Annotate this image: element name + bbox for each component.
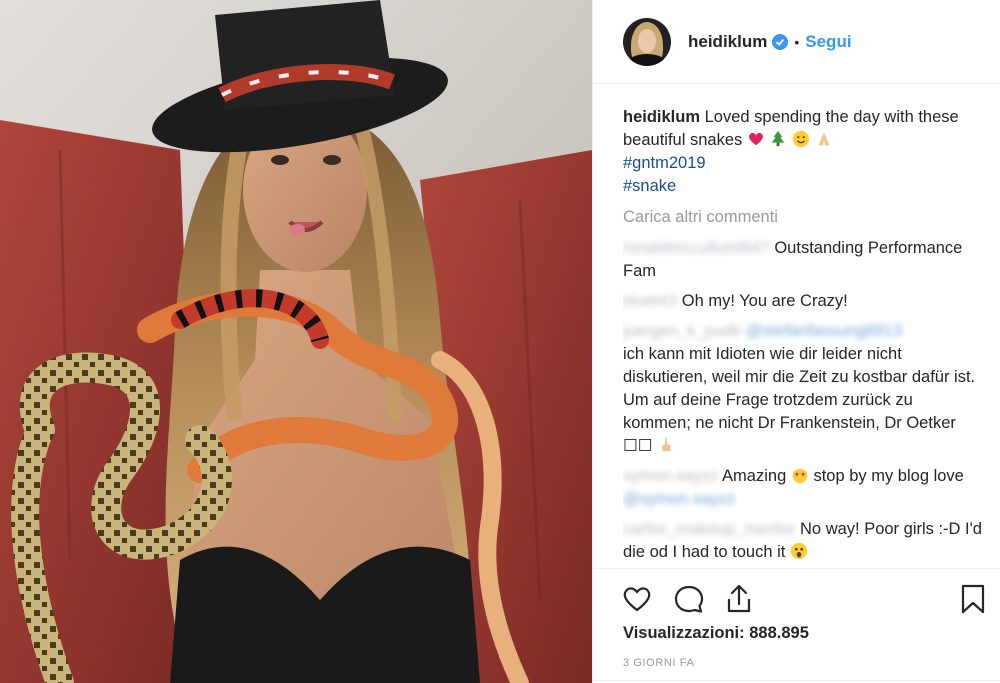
- views-count: 888.895: [749, 624, 809, 642]
- caption-emojis: [747, 130, 833, 149]
- comment-mention[interactable]: @stefanfassung8913: [746, 322, 902, 340]
- comment-username[interactable]: symon.sayzz: [623, 467, 718, 485]
- comment-username[interactable]: juergen_k_pudlr: [623, 322, 741, 340]
- comment-text-continued: stop by my blog love: [813, 467, 964, 485]
- comment-text: Amazing: [722, 467, 787, 485]
- heart-eyes-cat-icon: [792, 468, 808, 484]
- comment-username[interactable]: bluet43: [623, 292, 677, 310]
- post-photo[interactable]: [0, 0, 592, 683]
- header-username[interactable]: heidiklum: [688, 32, 767, 52]
- post-header: heidiklum • Segui: [593, 0, 1000, 84]
- comment-text: ich kann mit Idioten wie dir leider nich…: [623, 345, 976, 432]
- avatar[interactable]: [623, 17, 671, 66]
- hashtag-gntm2019[interactable]: #gntm2019: [623, 152, 983, 175]
- photo-illustration: [0, 0, 592, 683]
- smiling-face-icon: [792, 130, 810, 148]
- pointing-up-hand-icon: [662, 437, 671, 452]
- hashtag-snake[interactable]: #snake: [623, 175, 983, 198]
- share-icon[interactable]: [723, 583, 755, 615]
- caption-username[interactable]: heidiklum: [623, 108, 700, 126]
- post-caption: heidiklum Loved spending the day with th…: [623, 106, 983, 198]
- action-bar: [593, 568, 1000, 628]
- red-heart-icon: [748, 132, 763, 146]
- comment-item: carlos_makeup_mentor No way! Poor girls …: [623, 518, 983, 564]
- post-timestamp[interactable]: 3 GIORNI FA: [623, 657, 694, 669]
- separator-dot: •: [794, 33, 800, 50]
- post-sidebar: heidiklum • Segui heidiklum Loved spendi…: [592, 0, 1000, 683]
- verified-badge-icon: [772, 33, 789, 50]
- divider: [593, 680, 1000, 681]
- bookmark-icon[interactable]: [957, 583, 989, 615]
- comments-list: heidiklum Loved spending the day with th…: [623, 106, 983, 568]
- christmas-tree-icon: [772, 130, 785, 147]
- astonished-face-icon: [790, 542, 808, 560]
- comment-username[interactable]: ronaldmcculluml947: [623, 239, 770, 257]
- views-label: Visualizzazioni:: [623, 624, 745, 642]
- comment-item: bluet43 Oh my! You are Crazy!: [623, 290, 983, 313]
- comment-username[interactable]: carlos_makeup_mentor: [623, 520, 795, 538]
- comment-mention[interactable]: @symon.sayzz: [623, 490, 735, 508]
- folded-hands-icon: [818, 132, 830, 146]
- comment-text: Oh my! You are Crazy!: [681, 292, 848, 310]
- follow-button[interactable]: Segui: [805, 32, 851, 52]
- comment-item: symon.sayzz Amazing stop by my blog love…: [623, 465, 983, 511]
- views-count-line[interactable]: Visualizzazioni: 888.895: [623, 624, 809, 643]
- heart-icon[interactable]: [621, 583, 653, 615]
- comment-trailing-symbols: ☐☐: [623, 437, 653, 455]
- comment-item: juergen_k_pudlr @stefanfassung8913 ich k…: [623, 320, 983, 458]
- load-more-comments-button[interactable]: Carica altri commenti: [623, 206, 983, 229]
- comment-item: ronaldmcculluml947 Outstanding Performan…: [623, 237, 983, 283]
- comment-bubble-icon[interactable]: [673, 583, 705, 615]
